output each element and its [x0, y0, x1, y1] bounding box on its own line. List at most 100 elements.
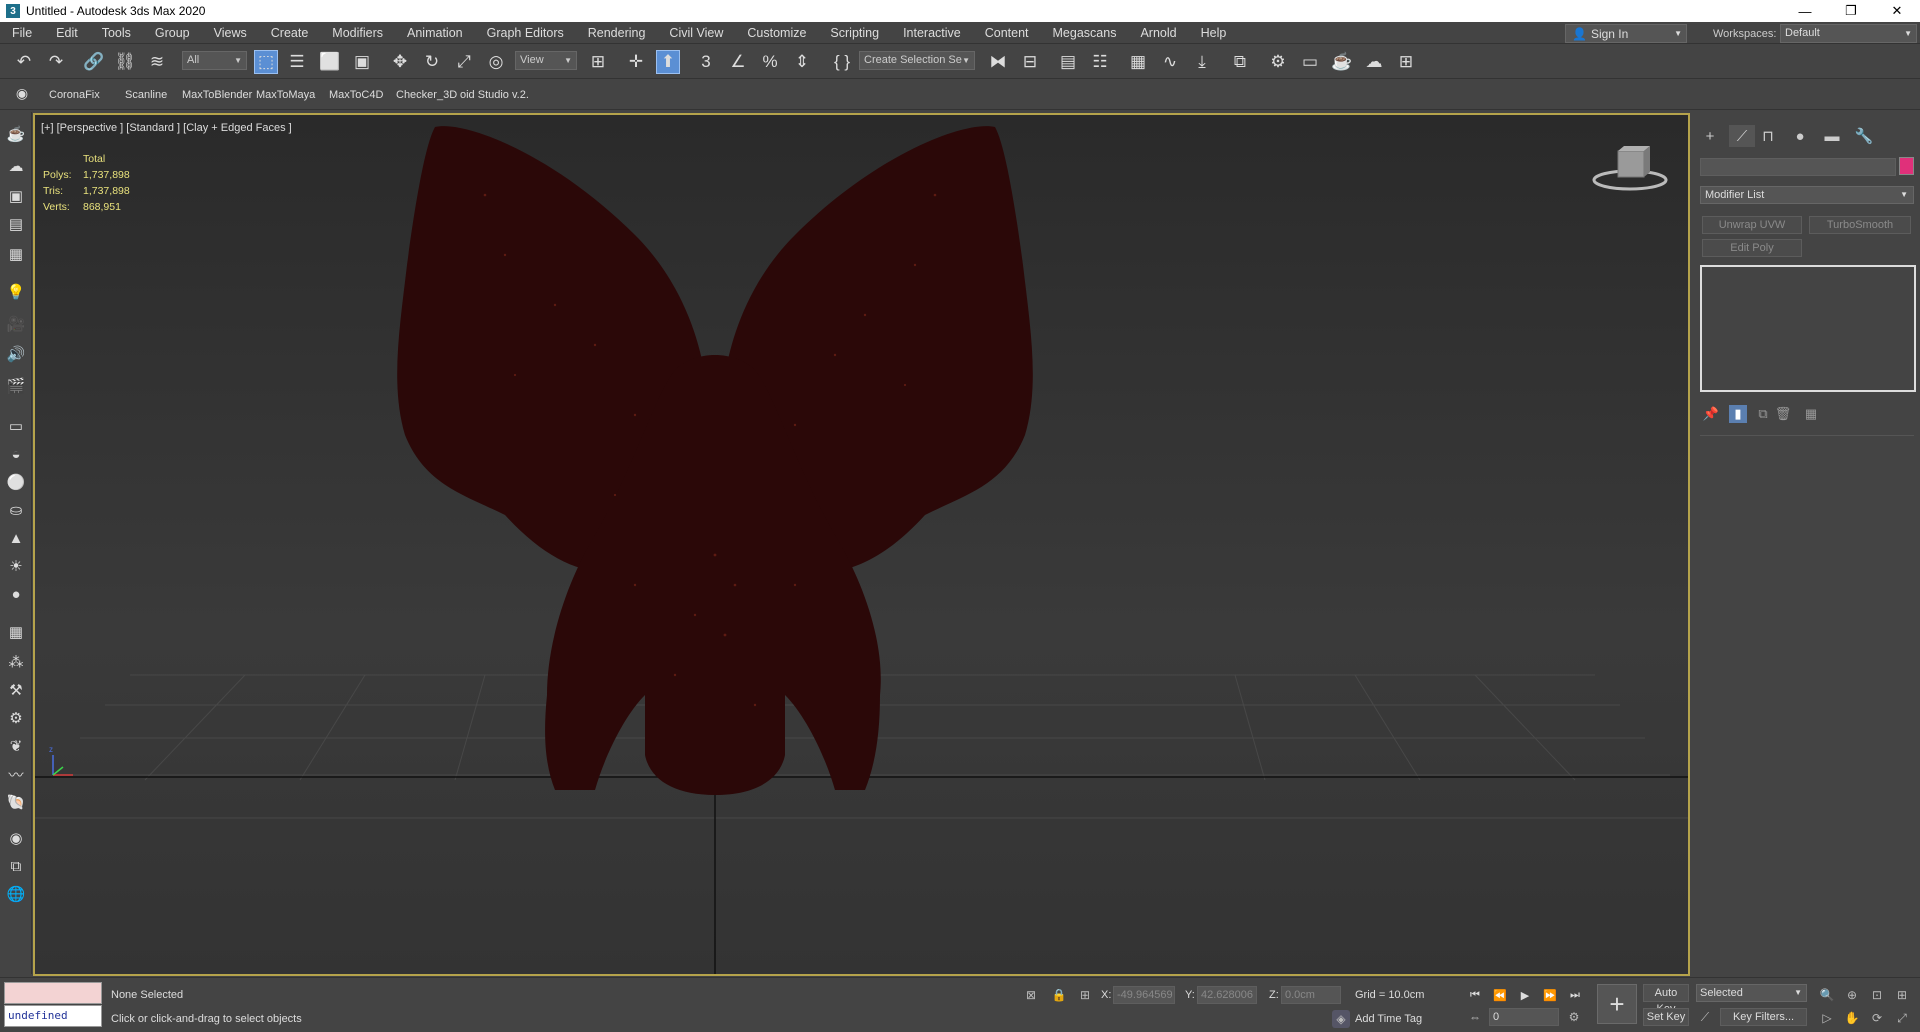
toolbar-item-maxtoblender[interactable]: MaxToBlender — [182, 89, 252, 101]
menu-modifiers[interactable]: Modifiers — [320, 22, 395, 44]
toolbar-item-coronafix[interactable]: CoronaFix — [49, 89, 100, 101]
menu-megascans[interactable]: Megascans — [1041, 22, 1129, 44]
select-manipulate-icon[interactable]: ✛ — [624, 50, 648, 74]
hemisphere-icon[interactable]: ◒ — [4, 442, 28, 466]
z-coordinate-field[interactable]: 0.0cm — [1281, 986, 1341, 1004]
unwrap-uvw-button[interactable]: Unwrap UVW — [1702, 216, 1802, 234]
selection-filter-dropdown[interactable]: All ▼ — [182, 51, 247, 70]
render-icon[interactable]: ▣ — [4, 184, 28, 208]
panel-icon[interactable]: ▦ — [4, 242, 28, 266]
snaps-toggle-icon[interactable]: 3 — [694, 50, 718, 74]
menu-animation[interactable]: Animation — [395, 22, 475, 44]
unlink-icon[interactable]: ⛓ — [113, 50, 137, 74]
pivot-center-icon[interactable]: ⊞ — [586, 50, 610, 74]
script-icon[interactable]: ⧉ — [4, 854, 28, 878]
utilities-tab-icon[interactable]: 🔧 — [1851, 125, 1877, 147]
sign-in-dropdown[interactable]: 👤 Sign In ▼ — [1565, 24, 1687, 43]
create-tab-icon[interactable]: + — [1697, 125, 1723, 147]
key-filters-button[interactable]: Key Filters... — [1720, 1008, 1807, 1026]
mirror-icon[interactable]: ⧓ — [986, 50, 1010, 74]
y-coordinate-field[interactable]: 42.628006 — [1197, 986, 1257, 1004]
menu-group[interactable]: Group — [143, 22, 202, 44]
zoom-all-icon[interactable]: ⊕ — [1843, 986, 1861, 1004]
angle-snap-icon[interactable]: ∠ — [726, 50, 750, 74]
shell-icon[interactable]: 🐚 — [4, 790, 28, 814]
menu-customize[interactable]: Customize — [735, 22, 818, 44]
notes-icon[interactable]: ▤ — [4, 212, 28, 236]
add-time-tag[interactable]: Add Time Tag — [1355, 1013, 1422, 1025]
set-key-button[interactable]: Set Key — [1643, 1008, 1689, 1026]
render-region-icon[interactable]: ⊞ — [1394, 50, 1418, 74]
redo-icon[interactable]: ↷ — [44, 50, 68, 74]
key-mode-toggle-icon[interactable]: ⇔ — [1466, 1008, 1484, 1026]
menu-interactive[interactable]: Interactive — [891, 22, 973, 44]
display-tab-icon[interactable]: ▬ — [1819, 125, 1845, 147]
menu-civil-view[interactable]: Civil View — [657, 22, 735, 44]
perspective-viewport[interactable]: z [+] [Perspective ] [Standard ] [Clay +… — [33, 113, 1690, 976]
play-icon[interactable]: ▶ — [1515, 986, 1535, 1004]
zoom-extents-icon[interactable]: ⊡ — [1868, 986, 1886, 1004]
render-production-icon[interactable]: ☕ — [1330, 50, 1354, 74]
modifier-stack[interactable] — [1700, 265, 1916, 392]
current-frame-field[interactable]: 0 — [1489, 1008, 1559, 1026]
time-tag-icon[interactable]: ◈ — [1332, 1010, 1350, 1028]
menu-rendering[interactable]: Rendering — [576, 22, 658, 44]
particles-icon[interactable]: ⁂ — [4, 650, 28, 674]
scene-explorer-icon[interactable]: ▤ — [1056, 50, 1080, 74]
layer-explorer-icon[interactable]: ☷ — [1088, 50, 1112, 74]
link-icon[interactable]: 🔗 — [82, 50, 106, 74]
menu-edit[interactable]: Edit — [44, 22, 90, 44]
menu-content[interactable]: Content — [973, 22, 1041, 44]
zoom-extents-all-icon[interactable]: ⊞ — [1893, 986, 1911, 1004]
gear-icon[interactable]: ⚙ — [4, 706, 28, 730]
toolbar-item-checker3d[interactable]: Checker_3D — [396, 89, 457, 101]
percent-snap-icon[interactable]: % — [758, 50, 782, 74]
modifier-list-dropdown[interactable]: Modifier List ▼ — [1700, 186, 1914, 204]
edit-poly-button[interactable]: Edit Poly — [1702, 239, 1802, 257]
go-to-start-icon[interactable]: ⏮ — [1465, 986, 1485, 1004]
camera-icon[interactable]: 🎥 — [4, 312, 28, 336]
x-coordinate-field[interactable]: -49.964569 — [1113, 986, 1175, 1004]
keyboard-shortcut-override-icon[interactable]: ⬆ — [656, 50, 680, 74]
light-icon[interactable]: 💡 — [4, 280, 28, 304]
cloud-icon[interactable]: ☁ — [4, 154, 28, 178]
workspaces-dropdown[interactable]: Default ▼ — [1780, 24, 1917, 43]
named-selection-sets-dropdown[interactable]: Create Selection Se ▼ — [859, 51, 975, 70]
window-crossing-icon[interactable]: ▣ — [350, 50, 374, 74]
toolbar-item-maxtomaya[interactable]: MaxToMaya — [256, 89, 315, 101]
render-in-cloud-icon[interactable]: ☁ — [1362, 50, 1386, 74]
hair-icon[interactable]: 〰 — [4, 762, 28, 786]
select-by-name-icon[interactable]: ☰ — [285, 50, 309, 74]
isolate-selection-icon[interactable]: ⊠ — [1022, 986, 1040, 1004]
orbit-icon[interactable]: ⟳ — [1868, 1009, 1886, 1027]
default-tangents-icon[interactable]: ⟋ — [1696, 1008, 1714, 1026]
object-color-swatch[interactable] — [1899, 157, 1914, 175]
menu-arnold[interactable]: Arnold — [1128, 22, 1188, 44]
next-frame-icon[interactable]: ⏩ — [1540, 986, 1560, 1004]
pin-stack-icon[interactable]: 📌 — [1702, 405, 1720, 423]
motion-tab-icon[interactable]: ● — [1787, 125, 1813, 147]
move-icon[interactable]: ✥ — [388, 50, 412, 74]
material-sphere-icon[interactable]: ◉ — [4, 826, 28, 850]
schematic-view-icon[interactable]: ⤓ — [1190, 50, 1214, 74]
object-name-field[interactable] — [1700, 158, 1896, 176]
material-editor-icon[interactable]: ⧉ — [1228, 50, 1252, 74]
menu-views[interactable]: Views — [202, 22, 259, 44]
configure-modifier-sets-icon[interactable]: ▦ — [1802, 405, 1820, 423]
ribbon-toggle-icon[interactable]: ▦ — [1126, 50, 1150, 74]
reference-coordinate-dropdown[interactable]: View ▼ — [515, 51, 577, 70]
select-object-icon[interactable]: ⬚ — [254, 50, 278, 74]
scale-icon[interactable]: ⤢ — [452, 50, 476, 74]
creature-model[interactable] — [397, 126, 1033, 795]
close-button[interactable]: ✕ — [1874, 0, 1920, 22]
menu-scripting[interactable]: Scripting — [818, 22, 891, 44]
menu-tools[interactable]: Tools — [90, 22, 143, 44]
grid-icon[interactable]: ▦ — [4, 620, 28, 644]
cone-icon[interactable]: ▲ — [4, 526, 28, 550]
show-end-result-icon[interactable]: ▮ — [1729, 405, 1747, 423]
viewcube-icon[interactable] — [1590, 145, 1670, 195]
bones-icon[interactable]: ⚒ — [4, 678, 28, 702]
place-icon[interactable]: ◎ — [484, 50, 508, 74]
cylinder-icon[interactable]: ⛀ — [4, 498, 28, 522]
selection-lock-icon[interactable]: 🔒 — [1050, 986, 1068, 1004]
